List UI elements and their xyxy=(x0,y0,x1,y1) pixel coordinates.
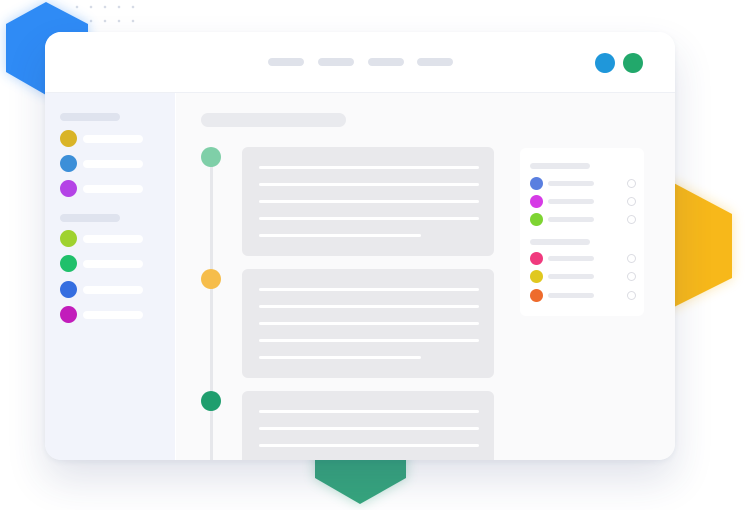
sidebar-item-4[interactable] xyxy=(60,230,160,248)
timeline-dot-2 xyxy=(201,269,221,289)
filter-item-2[interactable] xyxy=(530,195,636,209)
title-bar xyxy=(45,32,675,93)
blue-control-button[interactable] xyxy=(595,53,615,73)
sidebar-item-label xyxy=(83,185,143,193)
text-line xyxy=(259,356,421,359)
filter-item-label xyxy=(548,274,594,279)
filter-item-label xyxy=(548,217,594,222)
filter-item-label xyxy=(548,199,594,204)
sidebar-item-label xyxy=(83,286,143,294)
text-line xyxy=(259,183,479,186)
app-window xyxy=(45,32,675,460)
sidebar-item-label xyxy=(83,260,143,268)
sidebar-heading-1 xyxy=(60,113,120,121)
color-dot-icon xyxy=(60,281,77,298)
filter-item-5[interactable] xyxy=(530,270,636,284)
nav-item-3[interactable] xyxy=(368,58,404,66)
filter-item-label xyxy=(548,293,594,298)
color-dot-icon xyxy=(60,130,77,147)
filter-heading-1 xyxy=(530,163,590,169)
color-dot-icon xyxy=(530,289,543,302)
timeline-card-1[interactable] xyxy=(242,147,494,256)
text-line xyxy=(259,200,479,203)
nav-item-4[interactable] xyxy=(417,58,453,66)
sidebar-item-label xyxy=(83,135,143,143)
text-line xyxy=(259,410,479,413)
color-dot-icon xyxy=(530,252,543,265)
sidebar xyxy=(45,93,175,460)
color-dot-icon xyxy=(60,255,77,272)
sidebar-item-7[interactable] xyxy=(60,306,160,324)
filter-item-label xyxy=(548,181,594,186)
text-line xyxy=(259,166,479,169)
radio-button[interactable] xyxy=(627,215,636,224)
green-control-button[interactable] xyxy=(623,53,643,73)
filter-item-3[interactable] xyxy=(530,213,636,227)
text-line xyxy=(259,305,479,308)
filter-item-label xyxy=(548,256,594,261)
sidebar-item-label xyxy=(83,311,143,319)
color-dot-icon xyxy=(530,270,543,283)
color-dot-icon xyxy=(60,230,77,247)
filter-item-4[interactable] xyxy=(530,252,636,266)
color-dot-icon xyxy=(60,180,77,197)
text-line xyxy=(259,217,479,220)
text-line xyxy=(259,427,479,430)
sidebar-item-label xyxy=(83,160,143,168)
sidebar-heading-2 xyxy=(60,214,120,222)
sidebar-item-6[interactable] xyxy=(60,281,160,299)
sidebar-item-5[interactable] xyxy=(60,255,160,273)
sidebar-item-3[interactable] xyxy=(60,180,160,198)
radio-button[interactable] xyxy=(627,179,636,188)
filter-panel xyxy=(520,148,644,316)
timeline-dot-3 xyxy=(201,391,221,411)
sidebar-item-label xyxy=(83,235,143,243)
text-line xyxy=(259,288,479,291)
page-title xyxy=(201,113,346,127)
sidebar-item-2[interactable] xyxy=(60,155,160,173)
color-dot-icon xyxy=(60,306,77,323)
radio-button[interactable] xyxy=(627,197,636,206)
timeline-dot-1 xyxy=(201,147,221,167)
radio-button[interactable] xyxy=(627,254,636,263)
color-dot-icon xyxy=(530,177,543,190)
text-line xyxy=(259,322,479,325)
timeline-card-3[interactable] xyxy=(242,391,494,460)
filter-item-6[interactable] xyxy=(530,289,636,303)
radio-button[interactable] xyxy=(627,291,636,300)
filter-heading-2 xyxy=(530,239,590,245)
nav-item-2[interactable] xyxy=(318,58,354,66)
sidebar-item-1[interactable] xyxy=(60,130,160,148)
text-line xyxy=(259,234,421,237)
radio-button[interactable] xyxy=(627,272,636,281)
text-line xyxy=(259,444,479,447)
color-dot-icon xyxy=(530,213,543,226)
color-dot-icon xyxy=(530,195,543,208)
nav-item-1[interactable] xyxy=(268,58,304,66)
text-line xyxy=(259,339,479,342)
color-dot-icon xyxy=(60,155,77,172)
main-content xyxy=(176,93,675,460)
timeline-line xyxy=(210,163,213,460)
filter-item-1[interactable] xyxy=(530,177,636,191)
timeline-card-2[interactable] xyxy=(242,269,494,378)
